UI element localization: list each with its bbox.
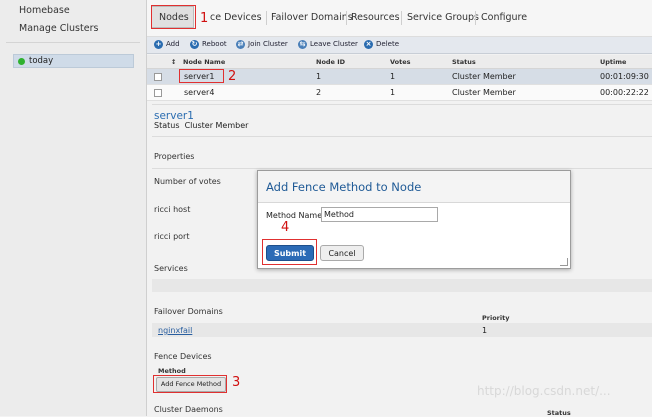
status-ok-icon bbox=[18, 58, 25, 65]
tab-resources[interactable]: Resources bbox=[351, 12, 400, 23]
votes-label: Number of votes bbox=[154, 177, 221, 186]
tab-failover-domains[interactable]: Failover Domains bbox=[271, 12, 353, 23]
failover-priority: 1 bbox=[482, 326, 488, 335]
node-toolbar: + Add ↻ Reboot ⇄ Join Cluster ⇆ Leave Cl… bbox=[147, 37, 652, 54]
add-icon[interactable]: + bbox=[154, 40, 163, 49]
delete-icon[interactable]: × bbox=[364, 40, 373, 49]
ricci-host-label: ricci host bbox=[154, 205, 191, 214]
reboot-icon[interactable]: ↻ bbox=[190, 40, 199, 49]
tab-fence-devices[interactable]: ce Devices bbox=[210, 12, 262, 23]
services-heading: Services bbox=[154, 264, 188, 273]
annotation-number-3: 3 bbox=[232, 375, 241, 390]
node-status: Cluster Member bbox=[452, 88, 516, 97]
node-status: Cluster Member bbox=[452, 72, 516, 81]
cancel-button[interactable]: Cancel bbox=[320, 245, 364, 261]
col-status[interactable]: Status bbox=[452, 58, 476, 66]
status-label: Status bbox=[154, 121, 180, 130]
node-table-header: ↕ Node Name Node ID Votes Status Uptime bbox=[147, 55, 652, 69]
join-icon[interactable]: ⇄ bbox=[236, 40, 245, 49]
cluster-daemons-heading: Cluster Daemons bbox=[154, 405, 223, 414]
divider bbox=[152, 136, 652, 137]
tab-separator bbox=[266, 11, 267, 25]
node-detail-status: Status Cluster Member bbox=[154, 121, 248, 130]
annotation-number-4: 4 bbox=[281, 220, 290, 235]
annotation-box-1 bbox=[151, 5, 196, 29]
col-node-id[interactable]: Node ID bbox=[316, 58, 345, 66]
annotation-box-2 bbox=[179, 69, 224, 83]
tab-separator bbox=[346, 11, 347, 25]
node-id: 1 bbox=[316, 72, 322, 81]
dialog-title: Add Fence Method to Node bbox=[266, 180, 422, 194]
cluster-name: today bbox=[29, 56, 54, 66]
resize-grip-icon[interactable] bbox=[560, 258, 568, 266]
join-cluster-button[interactable]: Join Cluster bbox=[248, 40, 288, 48]
tab-service-groups[interactable]: Service Groups bbox=[407, 12, 479, 23]
col-uptime[interactable]: Uptime bbox=[600, 58, 626, 66]
delete-button[interactable]: Delete bbox=[376, 40, 399, 48]
leave-cluster-button[interactable]: Leave Cluster bbox=[310, 40, 358, 48]
method-name-label: Method Name: bbox=[266, 211, 325, 220]
properties-heading: Properties bbox=[154, 152, 195, 161]
annotation-box-3 bbox=[153, 375, 227, 393]
sidebar: Homebase Manage Clusters today bbox=[0, 0, 147, 416]
failover-domain-link[interactable]: nginxfail bbox=[158, 326, 192, 335]
row-checkbox[interactable] bbox=[154, 73, 162, 81]
table-row[interactable]: server4 2 1 Cluster Member 00:00:22:22 bbox=[147, 85, 652, 101]
node-name[interactable]: server4 bbox=[184, 88, 214, 97]
divider bbox=[152, 104, 652, 105]
dialog-header: Add Fence Method to Node bbox=[258, 171, 570, 203]
node-uptime: 00:00:22:22 bbox=[600, 88, 649, 97]
method-header: Method bbox=[158, 367, 186, 375]
manage-clusters-link[interactable]: Manage Clusters bbox=[19, 23, 98, 34]
ricci-port-label: ricci port bbox=[154, 232, 190, 241]
annotation-box-4 bbox=[262, 239, 317, 265]
sidebar-divider bbox=[6, 42, 140, 43]
tab-separator bbox=[401, 11, 402, 25]
homebase-link[interactable]: Homebase bbox=[19, 5, 70, 16]
col-votes[interactable]: Votes bbox=[390, 58, 411, 66]
reboot-button[interactable]: Reboot bbox=[202, 40, 227, 48]
annotation-number-1: 1 bbox=[200, 11, 209, 26]
fence-devices-heading: Fence Devices bbox=[154, 352, 212, 361]
node-uptime: 00:01:09:30 bbox=[600, 72, 649, 81]
tab-configure[interactable]: Configure bbox=[481, 12, 527, 23]
divider bbox=[152, 168, 652, 169]
services-band bbox=[152, 279, 652, 292]
leave-icon[interactable]: ⇆ bbox=[298, 40, 307, 49]
col-node-name[interactable]: Node Name bbox=[183, 58, 225, 66]
sort-icon[interactable]: ↕ bbox=[171, 58, 176, 66]
add-button[interactable]: Add bbox=[166, 40, 180, 48]
failover-domains-heading: Failover Domains bbox=[154, 307, 223, 316]
node-votes: 1 bbox=[390, 72, 396, 81]
watermark: http://blog.csdn.net/... bbox=[477, 384, 611, 398]
failover-row bbox=[152, 323, 652, 337]
status-value: Cluster Member bbox=[184, 121, 249, 130]
method-name-input[interactable] bbox=[321, 207, 438, 222]
annotation-number-2: 2 bbox=[228, 69, 237, 84]
node-votes: 1 bbox=[390, 88, 396, 97]
tab-separator bbox=[475, 11, 476, 25]
priority-header: Priority bbox=[482, 314, 510, 322]
node-id: 2 bbox=[316, 88, 322, 97]
row-checkbox[interactable] bbox=[154, 89, 162, 97]
sidebar-item-cluster[interactable]: today bbox=[13, 54, 134, 68]
tab-bar: Nodes ce Devices Failover Domains Resour… bbox=[147, 0, 652, 37]
